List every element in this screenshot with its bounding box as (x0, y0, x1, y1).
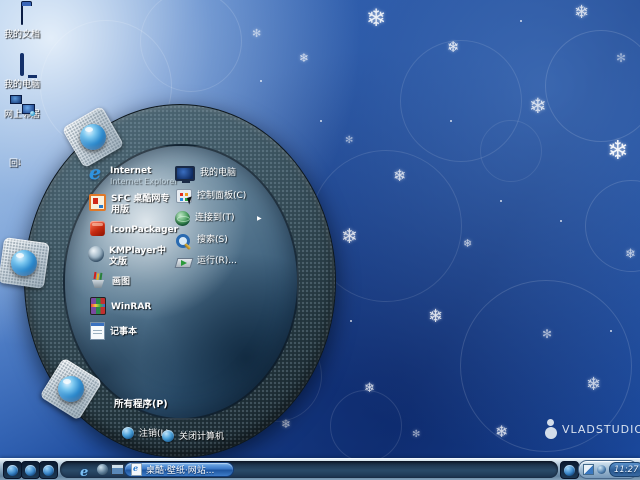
menu-item-run[interactable]: 运行(R)... (174, 254, 237, 268)
menu-item-label: 运行(R)... (197, 256, 237, 266)
clock-text: 11:27 (614, 464, 639, 475)
menu-item-internet[interactable]: Internet Internet Explorer (88, 162, 178, 186)
connect-to-icon (175, 211, 190, 226)
iconpackager-icon (90, 221, 105, 236)
winrar-icon (90, 297, 106, 315)
orb-icon (7, 464, 18, 476)
taskbar-channel: » 桌酷·壁纸·网站... (60, 461, 558, 478)
taskbar-orb-button[interactable] (39, 461, 58, 479)
search-icon (175, 233, 192, 250)
ring-gem-icon (80, 124, 106, 150)
menu-item-paint[interactable]: 画图 (90, 272, 130, 289)
orb-icon (564, 464, 575, 476)
menu-item-title: WinRAR (111, 302, 152, 312)
start-menu: Internet Internet Explorer SFC 桌酷网专用版 Ic… (0, 0, 640, 480)
internet-explorer-icon (88, 162, 105, 184)
window-button-label: 桌酷·壁纸·网站... (146, 466, 215, 476)
menu-item-title: IconPackager (110, 225, 179, 235)
sfc-app-icon (89, 194, 106, 211)
menu-item-title: 画图 (112, 277, 131, 287)
menu-item-title: SFC 桌酷网专用版 (111, 194, 170, 215)
menu-item-label: 搜索(S) (197, 235, 228, 245)
ring-gem-icon (58, 376, 84, 402)
menu-item-connect-to[interactable]: 连接到(T) (175, 211, 235, 226)
menu-item-kmplayer[interactable]: KMPlayer中文版 (88, 246, 173, 267)
menu-item-subtitle: Internet Explorer (110, 176, 178, 186)
paint-icon (90, 272, 107, 289)
menu-item-my-computer[interactable]: 我的电脑 (175, 166, 237, 183)
menu-item-notepad[interactable]: 记事本 (90, 322, 137, 340)
menu-item-sfc[interactable]: SFC 桌酷网专用版 (89, 194, 175, 215)
menu-item-title: KMPlayer中文版 (109, 246, 166, 267)
system-tray: 11:27 (578, 460, 640, 479)
show-desktop-icon[interactable] (111, 464, 124, 475)
ie-quicklaunch-icon[interactable] (80, 461, 93, 476)
desktop-screen: ❄ ❄ ❄ ❄ ❄ ❄ ❄ ❄ ❄ ❄ ❄ ❄ ❄ ❄ ❄ ✻ ✻ ✻ ✻ ✻ … (0, 0, 640, 480)
tray-program-icon[interactable] (583, 464, 594, 475)
taskbar: » 桌酷·壁纸·网站... 11:27 (0, 458, 640, 480)
submenu-arrow-icon: ▶ (257, 215, 262, 222)
my-computer-icon (175, 166, 195, 183)
taskbar-window-button[interactable]: 桌酷·壁纸·网站... (124, 462, 234, 477)
turn-off-button[interactable]: 关闭计算机 (162, 429, 224, 442)
menu-item-control-panel[interactable]: 控制面板(C) (176, 189, 246, 203)
control-panel-icon (176, 189, 192, 203)
menu-item-label: 连接到(T) (195, 213, 235, 223)
taskbar-orb-button[interactable] (3, 461, 22, 479)
menu-item-label: 我的电脑 (200, 168, 237, 178)
ring-gem-icon (11, 250, 37, 276)
all-programs-button[interactable]: 所有程序(P) (114, 396, 168, 410)
run-icon (174, 258, 194, 268)
kmplayer-icon (88, 246, 104, 262)
menu-item-title: 记事本 (110, 327, 138, 337)
turn-off-orb-icon (162, 429, 174, 442)
notepad-icon (90, 322, 105, 340)
menu-item-title: Internet (110, 166, 152, 176)
taskbar-orb-button[interactable] (21, 461, 40, 479)
menu-item-label: 控制面板(C) (197, 191, 247, 201)
orb-icon (43, 464, 54, 476)
tray-status-icon[interactable] (597, 465, 606, 474)
menu-item-winrar[interactable]: WinRAR (90, 297, 151, 315)
orb-icon (25, 464, 36, 476)
ie-page-icon (131, 463, 142, 476)
sphere-quicklaunch-icon[interactable] (97, 464, 108, 475)
turn-off-label: 关闭计算机 (179, 432, 225, 442)
log-off-orb-icon (122, 426, 134, 439)
tray-toggle-button[interactable] (560, 461, 579, 479)
clock-area[interactable]: 11:27 (609, 462, 640, 477)
menu-item-search[interactable]: 搜索(S) (175, 233, 228, 250)
menu-item-iconpackager[interactable]: IconPackager (90, 221, 178, 236)
